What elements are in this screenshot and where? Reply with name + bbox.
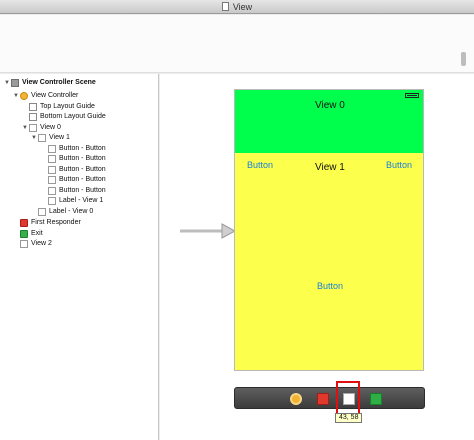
view-icon: [29, 123, 37, 132]
button-center[interactable]: Button: [317, 281, 343, 291]
first-responder-icon: [20, 218, 28, 227]
disclosure-triangle-icon[interactable]: ▼: [12, 93, 20, 99]
first-responder-dock-icon[interactable]: [317, 393, 329, 405]
label-icon: [38, 207, 46, 216]
label-icon: [48, 196, 56, 205]
selection-highlight: [336, 381, 360, 415]
outline-view-1[interactable]: ▼ View 1: [30, 132, 70, 143]
battery-icon: [405, 93, 419, 98]
title-bar: View: [0, 0, 474, 14]
window-title: View: [232, 1, 253, 12]
outline-first-responder[interactable]: First Responder: [12, 217, 81, 228]
view-0[interactable]: View 0: [235, 90, 423, 153]
view-icon: [38, 133, 46, 142]
outline-button[interactable]: Button - Button: [40, 153, 106, 164]
outline-button[interactable]: Button - Button: [40, 174, 106, 185]
scene-dock: [234, 387, 425, 409]
layout-guide-icon: [29, 102, 37, 111]
toolbar-area: [0, 15, 474, 73]
outline-label-view-0[interactable]: Label - View 0: [30, 206, 93, 217]
coordinate-tooltip: 43, 58: [335, 413, 363, 423]
outline-scene[interactable]: ▼ View Controller Scene: [3, 77, 96, 88]
disclosure-triangle-icon[interactable]: ▼: [30, 135, 38, 141]
disclosure-triangle-icon[interactable]: ▼: [21, 125, 29, 131]
scroll-indicator[interactable]: [461, 52, 466, 66]
button-left[interactable]: Button: [247, 160, 273, 170]
scene-icon: [11, 78, 19, 87]
layout-guide-icon: [29, 112, 37, 121]
outline-view-2[interactable]: View 2: [12, 238, 52, 249]
document-icon: [221, 2, 229, 11]
view-icon: [20, 239, 28, 248]
button-right[interactable]: Button: [386, 160, 412, 170]
outline-label-view-1[interactable]: Label - View 1: [40, 195, 103, 206]
outline-bottom-layout-guide[interactable]: Bottom Layout Guide: [21, 111, 106, 122]
outline-view-controller[interactable]: ▼ View Controller: [12, 90, 78, 101]
view-controller-icon: [20, 91, 28, 100]
view-controller-dock-icon[interactable]: [290, 393, 302, 405]
button-icon: [48, 186, 56, 195]
disclosure-triangle-icon[interactable]: ▼: [3, 80, 11, 86]
exit-icon: [20, 229, 28, 238]
label-view-1[interactable]: View 1: [315, 162, 345, 173]
label-view-0[interactable]: View 0: [315, 100, 345, 111]
segue-arrow-icon: [180, 223, 236, 239]
button-icon: [48, 175, 56, 184]
button-icon: [48, 165, 56, 174]
exit-dock-icon[interactable]: [370, 393, 382, 405]
button-icon: [48, 154, 56, 163]
view-controller-screen[interactable]: View 0 View 1 Button Button Button: [234, 89, 424, 371]
button-icon: [48, 144, 56, 153]
